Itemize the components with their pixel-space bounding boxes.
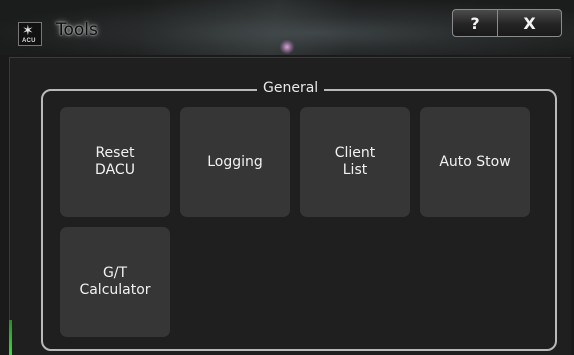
status-strip: [9, 320, 12, 355]
app-icon-text: ACU: [22, 38, 36, 44]
help-icon: ?: [470, 13, 480, 33]
client-list-button[interactable]: Client List: [300, 107, 410, 217]
window-title: Tools: [56, 20, 98, 40]
gt-calculator-button[interactable]: G/T Calculator: [60, 227, 170, 337]
logging-button[interactable]: Logging: [180, 107, 290, 217]
help-button[interactable]: ?: [452, 9, 498, 37]
close-icon: X: [523, 13, 536, 33]
auto-stow-button[interactable]: Auto Stow: [420, 107, 530, 217]
caption-buttons: ? X: [452, 9, 562, 41]
group-title: General: [257, 79, 325, 97]
star-glyph: ✶: [22, 23, 34, 39]
close-button[interactable]: X: [498, 9, 562, 37]
reset-dacu-button[interactable]: Reset DACU: [60, 107, 170, 217]
acu-star-icon: ✶ ACU: [18, 22, 42, 46]
background-glow: [280, 40, 294, 54]
tools-window: ✶ ACU Tools ? X General Reset DACU Loggi…: [0, 0, 574, 355]
